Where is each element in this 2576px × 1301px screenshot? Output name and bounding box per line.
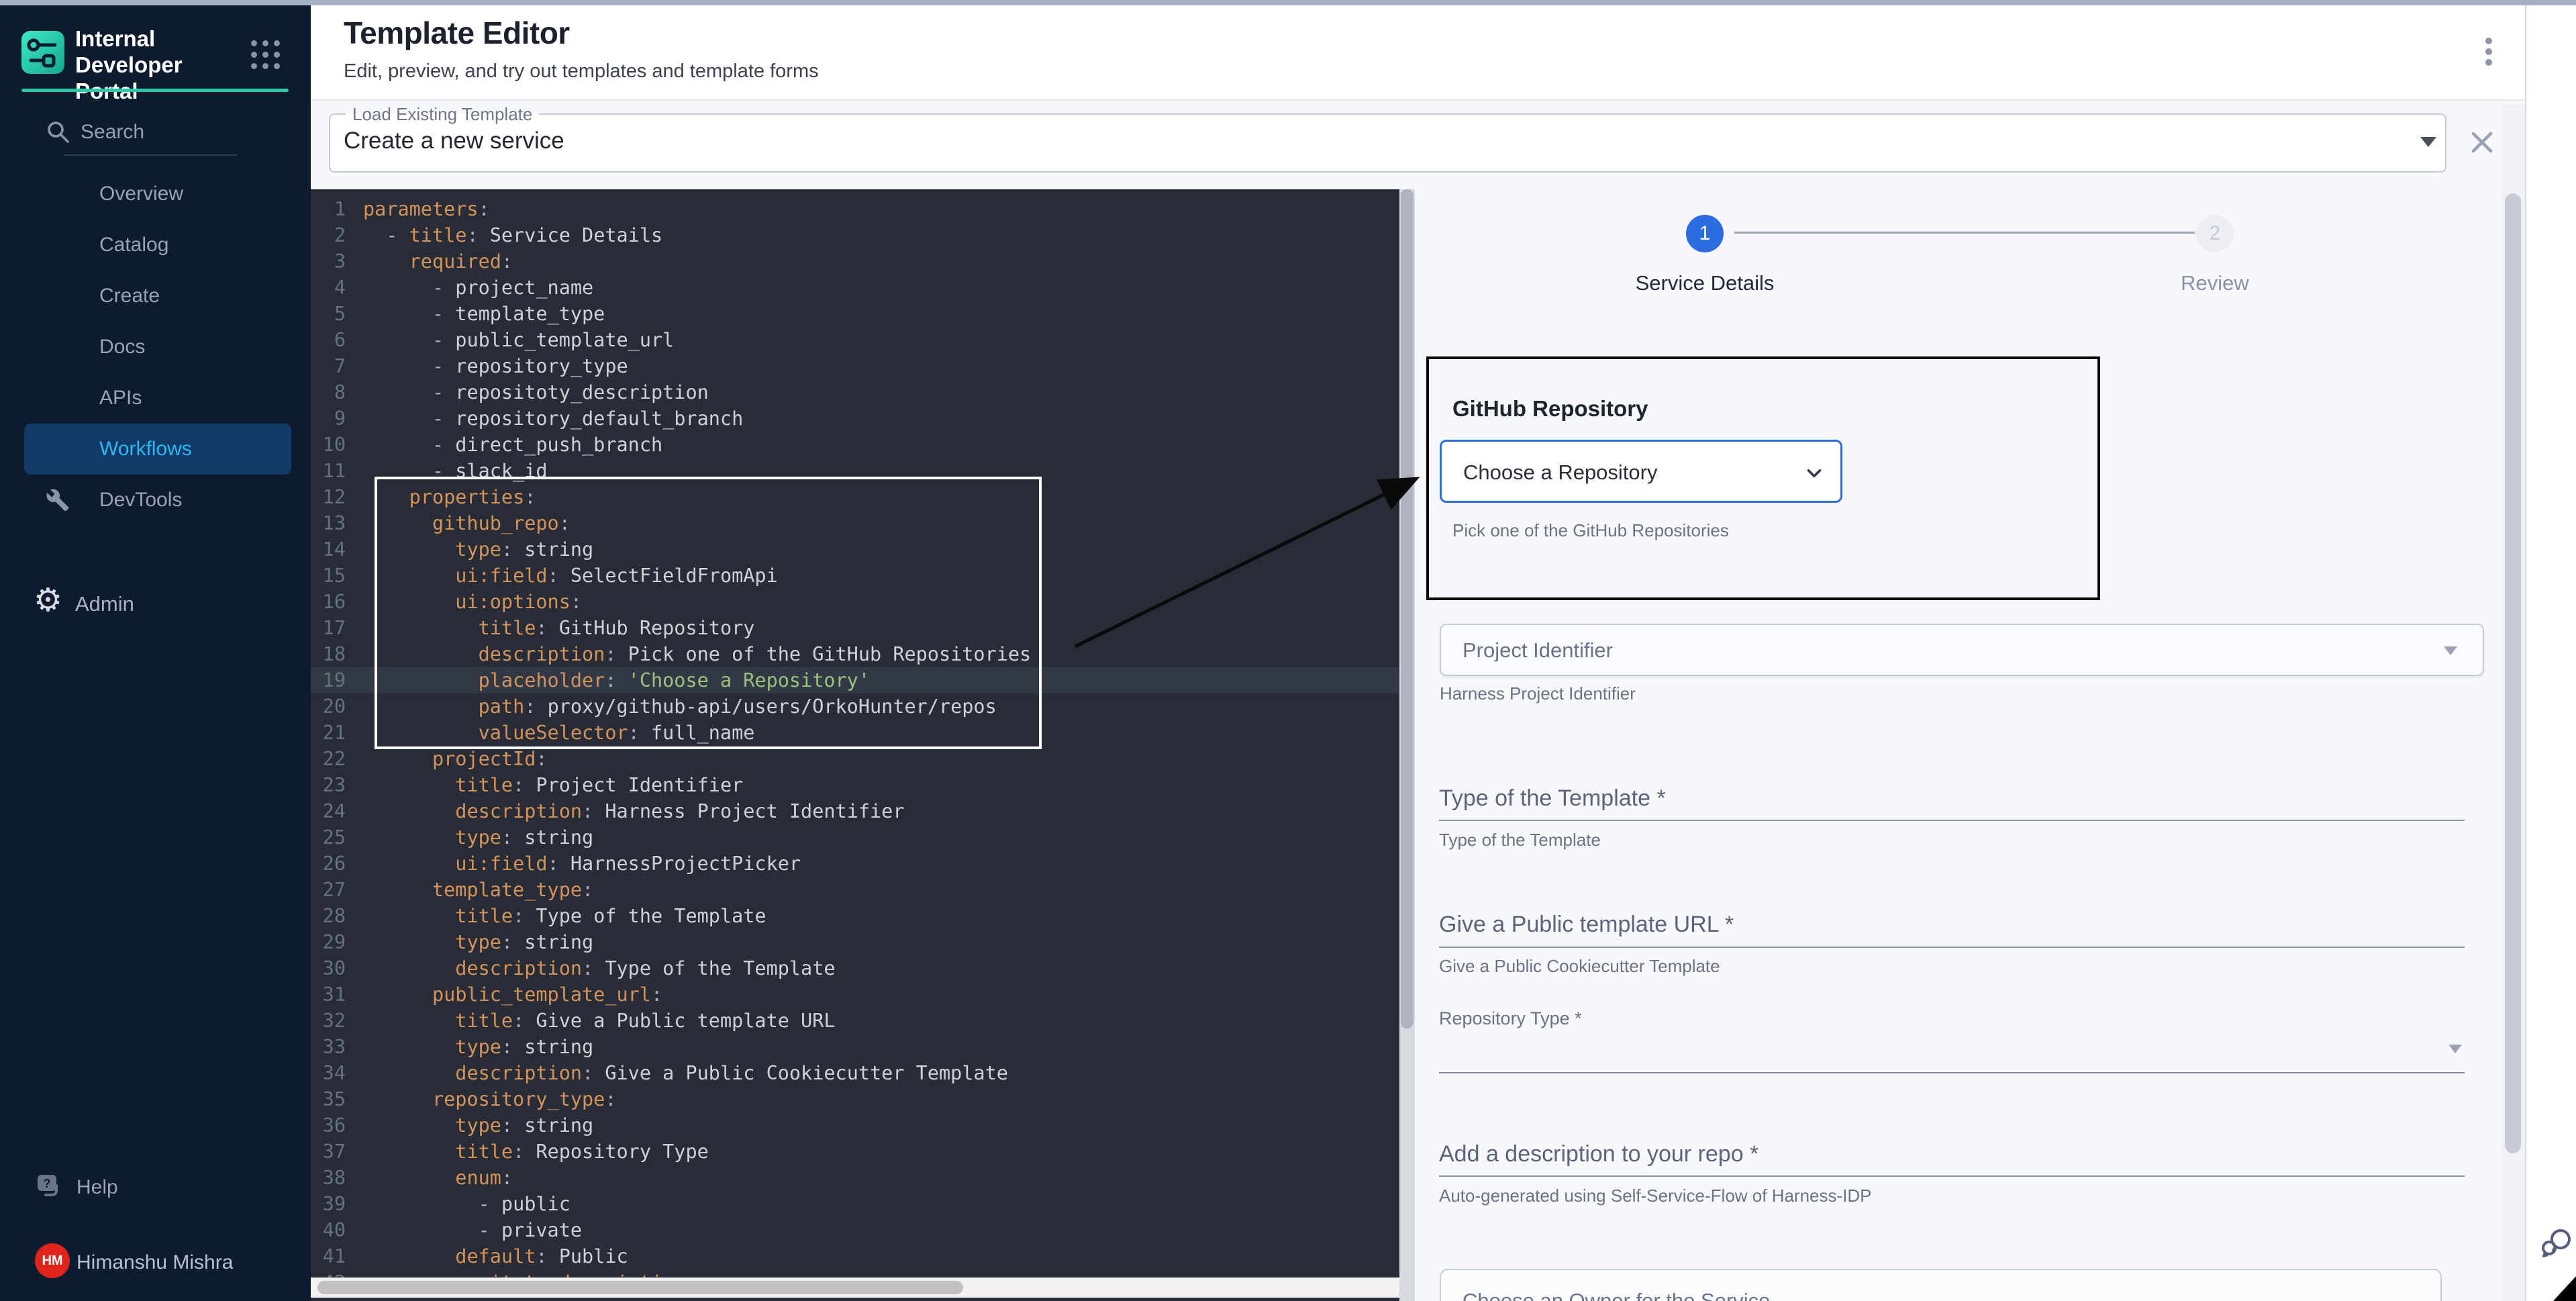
window-top-strip bbox=[0, 0, 2576, 5]
code-line: 25 type: string bbox=[311, 824, 1415, 851]
close-icon[interactable] bbox=[2467, 128, 2497, 157]
sidebar-item-label: Overview bbox=[99, 183, 183, 205]
code-line: 30 description: Type of the Template bbox=[311, 955, 1415, 981]
dropdown-arrow-icon bbox=[2420, 137, 2436, 147]
github-repository-select-value: Choose a Repository bbox=[1463, 461, 1658, 485]
sidebar-item-catalog[interactable]: Catalog bbox=[24, 220, 291, 271]
code-line: 32 title: Give a Public template URL bbox=[311, 1008, 1415, 1034]
sidebar-item-create[interactable]: Create bbox=[24, 271, 291, 322]
owner-select[interactable]: Choose an Owner for the Service bbox=[1440, 1269, 2442, 1301]
dropdown-arrow-icon bbox=[2444, 646, 2457, 655]
sidebar-nav: Overview Catalog Create Docs APIs Workflows De… bbox=[24, 168, 291, 526]
mouse-cursor bbox=[2548, 1272, 2576, 1301]
chat-support-icon[interactable] bbox=[2540, 1226, 2575, 1261]
code-line: 27 template_type: bbox=[311, 877, 1415, 903]
code-line: 38 enum: bbox=[311, 1165, 1415, 1191]
annotation-arrow bbox=[1067, 467, 1430, 661]
sidebar: Internal Developer Portal Search Overvie… bbox=[0, 5, 311, 1301]
code-line: 34 description: Give a Public Cookiecutt… bbox=[311, 1060, 1415, 1086]
template-type-field[interactable] bbox=[1439, 772, 2465, 832]
user-name: Himanshu Mishra bbox=[77, 1251, 233, 1274]
right-gutter bbox=[2525, 5, 2576, 1301]
yaml-editor[interactable]: 1parameters:2 - title: Service Details3 … bbox=[311, 189, 1415, 1301]
divider bbox=[64, 154, 237, 156]
sidebar-item-label: DevTools bbox=[99, 489, 182, 512]
code-line: 41 default: Public bbox=[311, 1243, 1415, 1269]
sidebar-search[interactable]: Search bbox=[0, 113, 311, 153]
template-editor-page: Internal Developer Portal Search Overvie… bbox=[0, 0, 2576, 1301]
admin-label: Admin bbox=[75, 592, 134, 616]
search-label: Search bbox=[81, 121, 144, 144]
sidebar-item-admin[interactable]: ⚙ Admin bbox=[24, 581, 291, 628]
editor-vertical-scrollbar[interactable] bbox=[1399, 189, 1415, 1301]
sidebar-item-apis[interactable]: APIs bbox=[24, 373, 291, 424]
chevron-down-icon bbox=[1803, 462, 1826, 485]
sidebar-item-overview[interactable]: Overview bbox=[24, 168, 291, 220]
editor-horizontal-scrollbar[interactable] bbox=[311, 1278, 1399, 1298]
more-options-icon[interactable] bbox=[2475, 34, 2502, 81]
code-line: 7 - repository_type bbox=[311, 353, 1415, 379]
page-title: Template Editor bbox=[344, 15, 570, 51]
svg-text:?: ? bbox=[44, 1177, 51, 1190]
code-line: 36 type: string bbox=[311, 1112, 1415, 1139]
code-line: 23 title: Project Identifier bbox=[311, 772, 1415, 798]
help-chat-icon: ? bbox=[34, 1171, 66, 1203]
page-header: Template Editor Edit, preview, and try o… bbox=[311, 5, 2525, 101]
code-line: 8 - repositoty_description bbox=[311, 379, 1415, 405]
code-annotation-box bbox=[375, 477, 1042, 749]
search-icon bbox=[44, 118, 72, 146]
template-url-field[interactable] bbox=[1439, 900, 2465, 960]
code-line: 22 projectId: bbox=[311, 746, 1415, 772]
help-label: Help bbox=[77, 1176, 118, 1199]
github-repository-select[interactable]: Choose a Repository bbox=[1440, 440, 1842, 503]
code-line: 29 type: string bbox=[311, 929, 1415, 955]
panel-vertical-scrollbar[interactable] bbox=[2501, 104, 2525, 1301]
wrench-icon bbox=[46, 488, 70, 512]
code-line: 6 - public_template_url bbox=[311, 327, 1415, 353]
sidebar-item-help[interactable]: ? Help bbox=[24, 1168, 291, 1211]
sidebar-item-devtools[interactable]: DevTools bbox=[24, 475, 291, 526]
code-line: 33 type: string bbox=[311, 1034, 1415, 1060]
sidebar-item-label: APIs bbox=[99, 387, 142, 409]
repository-type-select[interactable] bbox=[1439, 1007, 2465, 1067]
brand-divider bbox=[21, 89, 289, 92]
code-line: 31 public_template_url: bbox=[311, 981, 1415, 1008]
gear-icon: ⚙ bbox=[34, 581, 62, 619]
owner-select-placeholder: Choose an Owner for the Service bbox=[1463, 1289, 1770, 1301]
code-line: 9 - repository_default_branch bbox=[311, 405, 1415, 432]
code-line: 5 - template_type bbox=[311, 301, 1415, 327]
code-line: 2 - title: Service Details bbox=[311, 222, 1415, 248]
scrollbar-thumb[interactable] bbox=[317, 1281, 963, 1294]
project-identifier-placeholder: Project Identifier bbox=[1463, 638, 1613, 663]
code-line: 26 ui:field: HarnessProjectPicker bbox=[311, 851, 1415, 877]
code-line: 10 - direct_push_branch bbox=[311, 432, 1415, 458]
code-line: 37 title: Repository Type bbox=[311, 1139, 1415, 1165]
scrollbar-thumb[interactable] bbox=[2505, 193, 2521, 1153]
apps-grid-icon[interactable] bbox=[251, 40, 280, 69]
project-identifier-select[interactable]: Project Identifier bbox=[1440, 624, 2484, 676]
code-line: 4 - project_name bbox=[311, 275, 1415, 301]
sidebar-item-label: Create bbox=[99, 285, 160, 307]
sidebar-item-label: Catalog bbox=[99, 234, 168, 256]
code-line: 40 - private bbox=[311, 1217, 1415, 1243]
code-line: 3 required: bbox=[311, 248, 1415, 275]
sidebar-item-label: Workflows bbox=[99, 438, 192, 461]
user-menu[interactable]: HM Himanshu Mishra bbox=[24, 1242, 306, 1285]
avatar: HM bbox=[35, 1243, 70, 1278]
sidebar-item-docs[interactable]: Docs bbox=[24, 322, 291, 373]
sidebar-item-workflows[interactable]: Workflows bbox=[24, 424, 291, 475]
load-existing-template-value: Create a new service bbox=[344, 128, 564, 154]
app-logo-icon bbox=[21, 31, 64, 74]
code-line: 39 - public bbox=[311, 1191, 1415, 1217]
code-line: 28 title: Type of the Template bbox=[311, 903, 1415, 929]
load-existing-template-label: Load Existing Template bbox=[346, 104, 539, 125]
brand-title: Internal Developer Portal bbox=[75, 26, 243, 104]
code-line: 35 repository_type: bbox=[311, 1086, 1415, 1112]
repo-description-field[interactable] bbox=[1439, 1129, 2465, 1190]
code-line: 1parameters: bbox=[311, 196, 1415, 222]
page-subtitle: Edit, preview, and try out templates and… bbox=[344, 60, 819, 83]
load-existing-template-select[interactable] bbox=[329, 113, 2446, 173]
code-line: 24 description: Harness Project Identifi… bbox=[311, 798, 1415, 824]
sidebar-item-label: Docs bbox=[99, 336, 145, 358]
